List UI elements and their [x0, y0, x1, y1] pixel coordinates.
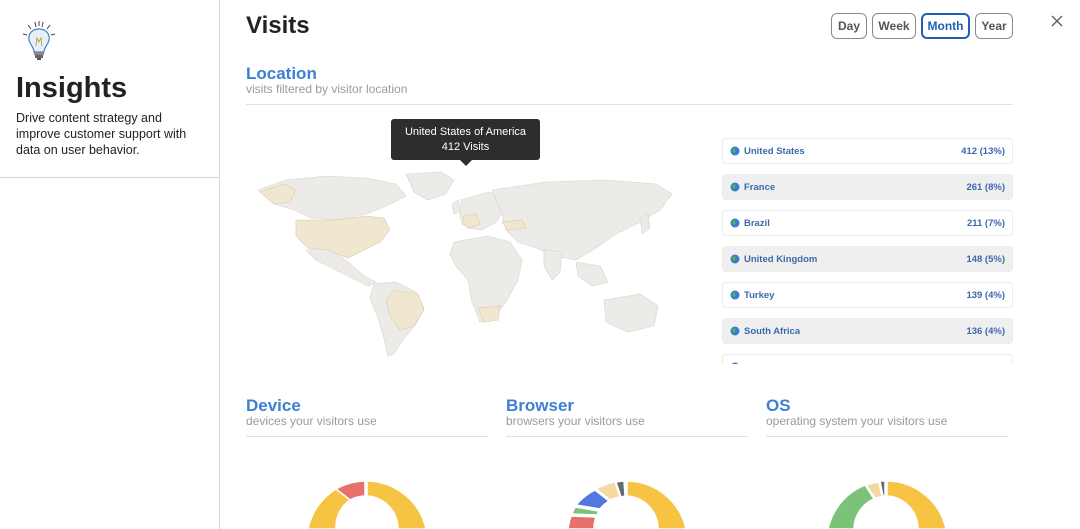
- country-name: Brazil: [744, 217, 770, 229]
- device-segment: [307, 488, 352, 529]
- country-name: France: [744, 181, 776, 193]
- country-name: South Africa: [744, 325, 801, 337]
- location-divider: [246, 104, 1013, 105]
- globe-icon: [730, 218, 740, 228]
- sidebar-title: Insights: [16, 72, 128, 104]
- browser-subtitle: browsers your visitors use: [506, 414, 645, 428]
- country-name: Turkey: [744, 289, 775, 301]
- period-year-button[interactable]: Year: [975, 13, 1013, 39]
- device-subtitle: devices your visitors use: [246, 414, 377, 428]
- list-item[interactable]: Brazil 211 (7%): [722, 210, 1013, 236]
- sidebar-description: Drive content strategy and improve custo…: [16, 111, 187, 157]
- country-name: United States: [744, 145, 805, 157]
- list-item[interactable]: South Africa 136 (4%): [722, 318, 1013, 344]
- period-month-button[interactable]: Month: [921, 13, 970, 39]
- period-week-button[interactable]: Week: [872, 13, 916, 39]
- period-day-button[interactable]: Day: [831, 13, 867, 39]
- country-value: 412 (13%): [961, 145, 1005, 157]
- country-value: 211 (7%): [966, 217, 1005, 229]
- list-item[interactable]: United Kingdom 148 (5%): [722, 246, 1013, 272]
- os-segment: [886, 481, 947, 529]
- os-divider: [766, 436, 1008, 437]
- tooltip-visits: 412 Visits: [441, 141, 490, 153]
- globe-icon: [730, 290, 740, 300]
- tooltip-country: United States of America: [404, 126, 527, 138]
- map-tooltip: United States of America 412 Visits: [391, 119, 540, 166]
- sidebar-divider: [0, 177, 219, 178]
- globe-icon: [730, 254, 740, 264]
- page-title: Visits: [246, 12, 310, 39]
- country-name: United Kingdom: [744, 253, 818, 265]
- browser-donut-chart[interactable]: [566, 481, 688, 529]
- list-item[interactable]: Turkey 139 (4%): [722, 282, 1013, 308]
- country-value: 148 (5%): [966, 253, 1005, 265]
- country-value: 139 (4%): [966, 289, 1005, 301]
- list-item[interactable]: United States 412 (13%): [722, 138, 1013, 164]
- device-title: Device: [246, 396, 301, 415]
- device-donut-chart[interactable]: [306, 481, 428, 529]
- browser-title: Browser: [506, 396, 575, 415]
- os-donut-chart[interactable]: [826, 481, 948, 529]
- browser-segment: [626, 481, 687, 529]
- globe-icon: [730, 182, 740, 192]
- world-map[interactable]: [256, 170, 674, 360]
- lightbulb-icon: [22, 21, 56, 60]
- browser-divider: [506, 436, 748, 437]
- globe-icon: [730, 326, 740, 336]
- os-subtitle: operating system your visitors use: [766, 414, 948, 428]
- country-list[interactable]: United States 412 (13%) France 261 (8%) …: [722, 138, 1013, 364]
- globe-icon: [730, 146, 740, 156]
- device-segment: [366, 481, 427, 529]
- country-value: 261 (8%): [966, 181, 1005, 193]
- device-divider: [246, 436, 488, 437]
- os-title: OS: [766, 396, 791, 415]
- location-subtitle: visits filtered by visitor location: [246, 82, 408, 96]
- close-icon[interactable]: [1049, 13, 1065, 29]
- list-item[interactable]: France 261 (8%): [722, 174, 1013, 200]
- os-segment: [827, 484, 876, 529]
- list-item-partial[interactable]: [722, 354, 1013, 364]
- sidebar: Insights Drive content strategy and impr…: [0, 0, 220, 529]
- location-title: Location: [246, 64, 317, 83]
- browser-segment: [567, 515, 598, 529]
- globe-icon: [731, 362, 739, 364]
- country-value: 136 (4%): [966, 325, 1005, 337]
